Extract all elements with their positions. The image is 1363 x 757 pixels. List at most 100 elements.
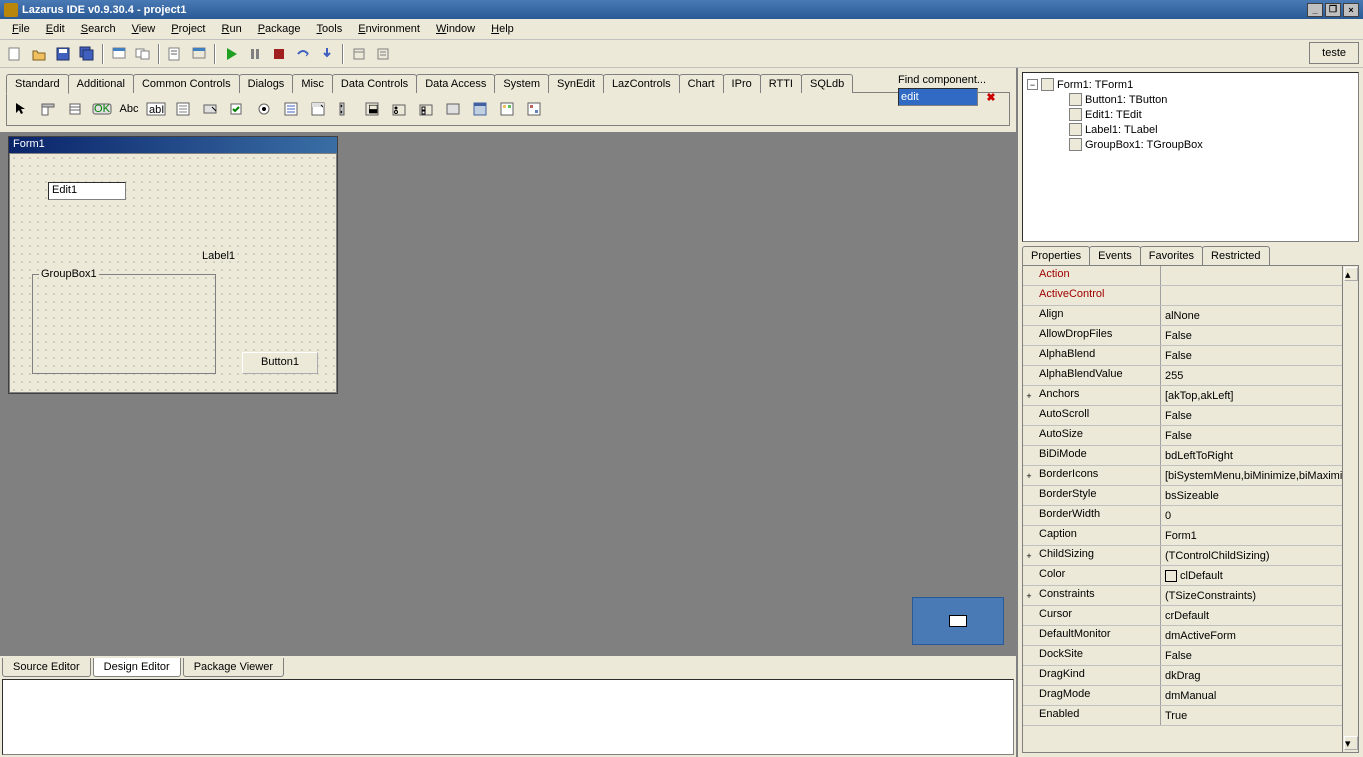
menu-environment[interactable]: Environment <box>350 21 428 37</box>
tree-node[interactable]: Label1: TLabel <box>1055 122 1354 137</box>
property-value[interactable]: False <box>1161 426 1358 445</box>
pause-button[interactable] <box>244 43 266 65</box>
property-value[interactable]: False <box>1161 346 1358 365</box>
palette-tab-system[interactable]: System <box>494 74 549 93</box>
property-row[interactable]: AllowDropFilesFalse <box>1023 326 1358 346</box>
menu-project[interactable]: Project <box>163 21 213 37</box>
palette-memo-icon[interactable] <box>198 97 222 121</box>
menu-search[interactable]: Search <box>73 21 124 37</box>
property-value[interactable]: clDefault <box>1161 566 1358 585</box>
clear-find-icon[interactable]: ✖ <box>982 88 1000 106</box>
property-row[interactable]: +ChildSizing(TControlChildSizing) <box>1023 546 1358 566</box>
palette-scroll-icon[interactable]: ⬓ <box>360 97 384 121</box>
property-value[interactable]: False <box>1161 326 1358 345</box>
palette-tab-synedit[interactable]: SynEdit <box>548 74 604 93</box>
property-value[interactable]: [akTop,akLeft] <box>1161 386 1358 405</box>
tree-collapse-icon[interactable]: − <box>1027 79 1038 90</box>
palette-tab-ipro[interactable]: IPro <box>723 74 761 93</box>
property-row[interactable]: CursorcrDefault <box>1023 606 1358 626</box>
menu-help[interactable]: Help <box>483 21 522 37</box>
property-value[interactable]: alNone <box>1161 306 1358 325</box>
palette-frame-icon[interactable] <box>468 97 492 121</box>
palette-group-icon[interactable] <box>387 97 411 121</box>
palette-tab-misc[interactable]: Misc <box>292 74 333 93</box>
palette-action-icon[interactable] <box>495 97 519 121</box>
palette-radio-icon[interactable] <box>279 97 303 121</box>
palette-tab-data-controls[interactable]: Data Controls <box>332 74 417 93</box>
property-row[interactable]: CaptionForm1 <box>1023 526 1358 546</box>
property-row[interactable]: Action <box>1023 266 1358 286</box>
tab-source-editor[interactable]: Source Editor <box>2 658 91 677</box>
property-value[interactable]: dkDrag <box>1161 666 1358 685</box>
step-into-button[interactable] <box>316 43 338 65</box>
tab-design-editor[interactable]: Design Editor <box>93 658 181 677</box>
property-row[interactable]: BiDiModebdLeftToRight <box>1023 446 1358 466</box>
messages-panel[interactable] <box>2 679 1014 755</box>
run-button[interactable] <box>220 43 242 65</box>
menu-run[interactable]: Run <box>214 21 250 37</box>
property-row[interactable]: ColorclDefault <box>1023 566 1358 586</box>
property-value[interactable]: False <box>1161 646 1358 665</box>
palette-list-icon[interactable] <box>306 97 330 121</box>
property-value[interactable]: 0 <box>1161 506 1358 525</box>
view-forms-button[interactable] <box>188 43 210 65</box>
menu-package[interactable]: Package <box>250 21 309 37</box>
palette-Abc-icon[interactable]: Abc <box>117 97 141 121</box>
step-over-button[interactable] <box>292 43 314 65</box>
object-tree[interactable]: − Form1: TForm1 Button1: TButtonEdit1: T… <box>1022 72 1359 242</box>
property-row[interactable]: DragModedmManual <box>1023 686 1358 706</box>
property-value[interactable]: crDefault <box>1161 606 1358 625</box>
property-value[interactable]: Form1 <box>1161 526 1358 545</box>
palette-menu-icon[interactable] <box>36 97 60 121</box>
design-form-titlebar[interactable]: Form1 <box>9 137 337 153</box>
property-grid[interactable]: ActionActiveControlAlignalNoneAllowDropF… <box>1022 265 1359 753</box>
palette-tab-rtti[interactable]: RTTI <box>760 74 802 93</box>
property-value[interactable]: bdLeftToRight <box>1161 446 1358 465</box>
palette-radio2-icon[interactable] <box>414 97 438 121</box>
palette-tab-standard[interactable]: Standard <box>6 74 69 94</box>
maximize-button[interactable]: ❐ <box>1325 3 1341 17</box>
minimize-button[interactable]: _ <box>1307 3 1323 17</box>
property-row[interactable]: AutoSizeFalse <box>1023 426 1358 446</box>
save-button[interactable] <box>52 43 74 65</box>
property-row[interactable]: +BorderIcons[biSystemMenu,biMinimize,biM… <box>1023 466 1358 486</box>
palette-panel-icon[interactable] <box>441 97 465 121</box>
build-button[interactable] <box>372 43 394 65</box>
property-value[interactable]: (TSizeConstraints) <box>1161 586 1358 605</box>
palette-tab-chart[interactable]: Chart <box>679 74 724 93</box>
property-expand-icon[interactable]: + <box>1023 586 1035 605</box>
property-row[interactable]: AlignalNone <box>1023 306 1358 326</box>
menu-tools[interactable]: Tools <box>309 21 351 37</box>
inspector-tab-restricted[interactable]: Restricted <box>1202 246 1270 265</box>
palette-tab-sqldb[interactable]: SQLdb <box>801 74 853 93</box>
property-row[interactable]: DefaultMonitordmActiveForm <box>1023 626 1358 646</box>
design-button-control[interactable]: Button1 <box>242 352 318 374</box>
palette-arrow-icon[interactable] <box>9 97 33 121</box>
design-edit-control[interactable]: Edit1 <box>48 182 126 200</box>
property-row[interactable]: AlphaBlendFalse <box>1023 346 1358 366</box>
palette-popup-icon[interactable] <box>63 97 87 121</box>
palette-check-icon[interactable] <box>252 97 276 121</box>
property-scrollbar[interactable]: ▴ ▾ <box>1342 266 1358 752</box>
palette-tab-additional[interactable]: Additional <box>68 74 134 93</box>
tree-node[interactable]: GroupBox1: TGroupBox <box>1055 137 1354 152</box>
tree-root-node[interactable]: − Form1: TForm1 <box>1027 77 1354 92</box>
step-out-button[interactable] <box>348 43 370 65</box>
tree-node[interactable]: Edit1: TEdit <box>1055 107 1354 122</box>
property-row[interactable]: BorderStylebsSizeable <box>1023 486 1358 506</box>
scroll-up-icon[interactable]: ▴ <box>1344 267 1358 281</box>
palette-ok-icon[interactable]: OK <box>90 97 114 121</box>
menu-view[interactable]: View <box>124 21 164 37</box>
property-expand-icon[interactable]: + <box>1023 546 1035 565</box>
property-expand-icon[interactable]: + <box>1023 386 1035 405</box>
design-form-body[interactable]: Edit1 Label1 GroupBox1 Button1 <box>9 153 337 393</box>
menu-file[interactable]: File <box>4 21 38 37</box>
palette-abI-icon[interactable]: abI <box>144 97 168 121</box>
new-form-button[interactable] <box>108 43 130 65</box>
property-row[interactable]: +Constraints(TSizeConstraints) <box>1023 586 1358 606</box>
property-value[interactable]: bsSizeable <box>1161 486 1358 505</box>
inspector-tab-properties[interactable]: Properties <box>1022 246 1090 265</box>
property-value[interactable]: (TControlChildSizing) <box>1161 546 1358 565</box>
property-expand-icon[interactable]: + <box>1023 466 1035 485</box>
teste-panel[interactable]: teste <box>1309 42 1359 64</box>
